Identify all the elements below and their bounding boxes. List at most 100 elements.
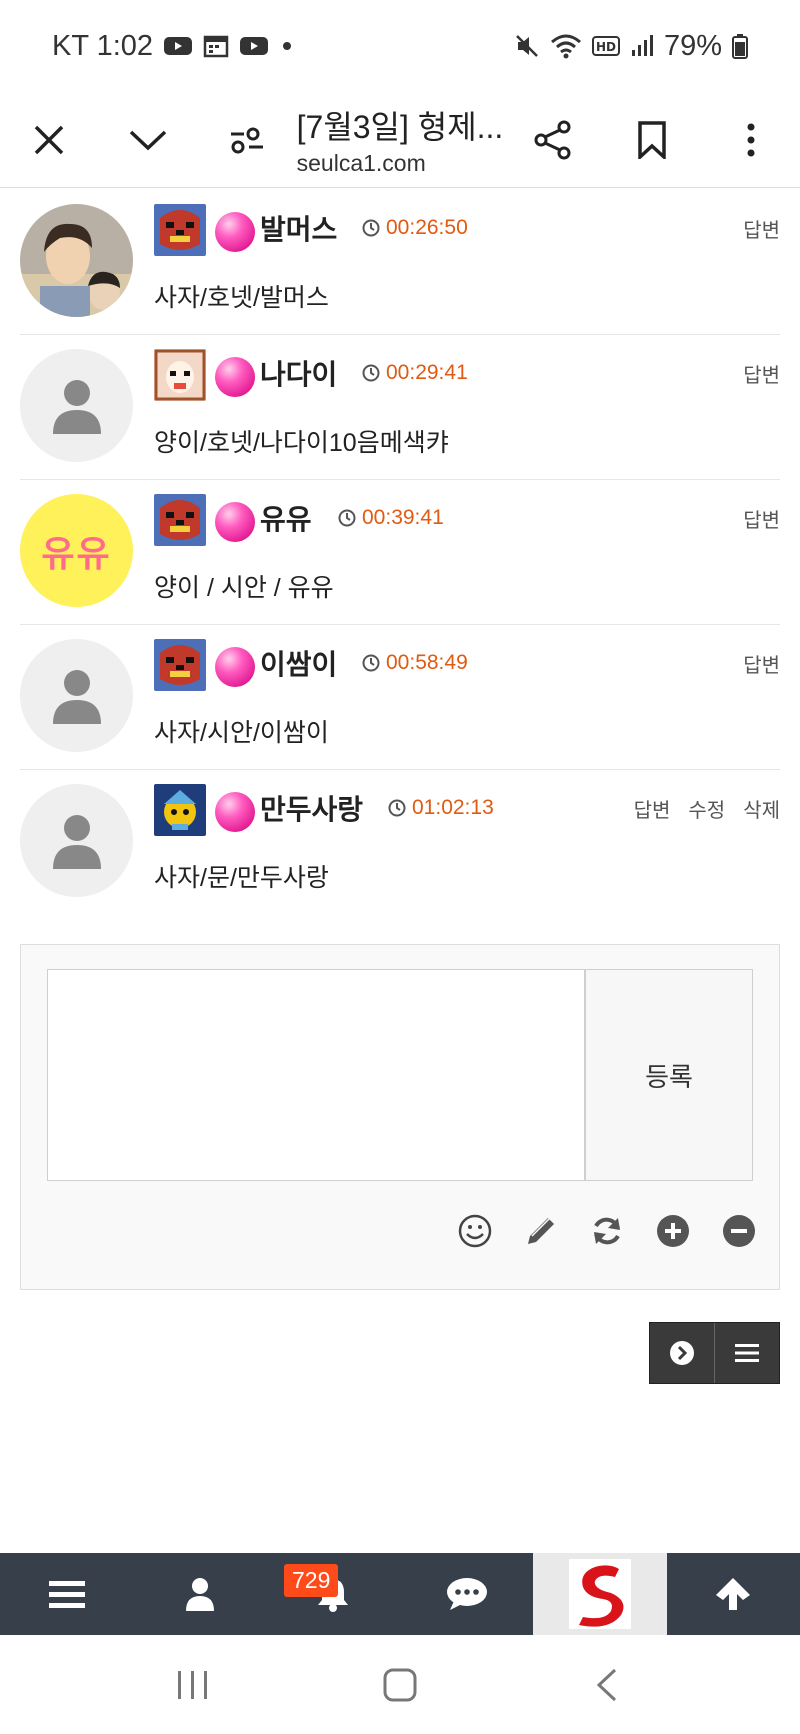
comment-list: 발머스 00:26:50 답변 사자/호넷/발머스 나다이 00:29:41 답… bbox=[20, 190, 780, 915]
minus-circle-icon[interactable] bbox=[721, 1213, 757, 1249]
comment-author[interactable]: 발머스 bbox=[260, 208, 337, 248]
site-logo-icon bbox=[568, 1559, 631, 1629]
home-icon bbox=[383, 1668, 417, 1701]
scroll-top-button[interactable] bbox=[667, 1553, 800, 1635]
bookmark-button[interactable] bbox=[602, 92, 701, 188]
recents-button[interactable] bbox=[153, 1655, 233, 1715]
status-right: HD 79% bbox=[514, 30, 748, 63]
minimize-button[interactable] bbox=[99, 92, 198, 188]
default-avatar-icon bbox=[52, 669, 101, 724]
delete-link[interactable]: 삭제 bbox=[743, 794, 780, 823]
battery-percent: 79% bbox=[663, 29, 722, 62]
user-icon bbox=[185, 1578, 214, 1611]
default-avatar-icon bbox=[52, 814, 101, 869]
reply-link[interactable]: 답변 bbox=[743, 359, 780, 388]
reply-link[interactable]: 답변 bbox=[743, 649, 780, 678]
edit-link[interactable]: 수정 bbox=[688, 794, 725, 823]
comment-author[interactable]: 나다이 bbox=[260, 353, 337, 393]
comment-time-text: 00:29:41 bbox=[386, 361, 468, 384]
reply-link[interactable]: 답변 bbox=[743, 214, 780, 243]
comment-author[interactable]: 이쌈이 bbox=[260, 643, 337, 683]
avatar[interactable] bbox=[20, 639, 133, 752]
share-icon bbox=[534, 120, 571, 159]
site-logo[interactable] bbox=[533, 1553, 667, 1635]
comment-text: 사자/호넷/발머스 bbox=[154, 284, 329, 312]
home-button[interactable] bbox=[360, 1655, 440, 1715]
avatar-photo bbox=[20, 204, 133, 317]
dot-icon bbox=[279, 38, 295, 54]
reply-link[interactable]: 답변 bbox=[634, 794, 671, 823]
comment-item: 만두사랑 01:02:13 답변 수정 삭제 사자/문/만두사랑 bbox=[20, 770, 780, 915]
level-icon bbox=[154, 204, 206, 256]
back-button[interactable] bbox=[567, 1655, 647, 1715]
comment-item: 이쌈이 00:58:49 답변 사자/시안/이쌈이 bbox=[20, 625, 780, 770]
next-button[interactable] bbox=[650, 1323, 714, 1383]
browser-toolbar: [7월3일] 형제... seulca1.com bbox=[0, 92, 800, 188]
battery-icon bbox=[732, 33, 748, 59]
more-button[interactable] bbox=[701, 92, 800, 188]
avatar[interactable] bbox=[20, 349, 133, 462]
pencil-icon[interactable] bbox=[523, 1213, 559, 1249]
wifi-icon bbox=[550, 33, 582, 59]
comment-actions: 답변 bbox=[743, 214, 780, 243]
menu-button[interactable] bbox=[0, 1553, 133, 1635]
tune-button[interactable] bbox=[198, 92, 297, 188]
carrier-time: KT 1:02 bbox=[52, 29, 154, 62]
notification-badge: 729 bbox=[284, 1564, 339, 1597]
chat-icon bbox=[446, 1578, 487, 1610]
tune-icon bbox=[231, 127, 264, 153]
clock-icon bbox=[362, 654, 380, 672]
avatar[interactable] bbox=[20, 204, 133, 317]
comment-time-text: 01:02:13 bbox=[412, 796, 494, 819]
comment-time: 00:39:41 bbox=[338, 506, 444, 530]
system-nav bbox=[0, 1635, 800, 1734]
avatar-text: 유유 bbox=[41, 532, 112, 574]
reply-textarea[interactable] bbox=[47, 969, 585, 1181]
plus-circle-icon[interactable] bbox=[655, 1213, 691, 1249]
comment-author[interactable]: 만두사랑 bbox=[260, 788, 363, 828]
level-icon bbox=[154, 784, 206, 836]
level-icon bbox=[154, 494, 206, 546]
comment-author[interactable]: 유유 bbox=[260, 498, 312, 538]
user-button[interactable] bbox=[133, 1553, 266, 1635]
avatar[interactable]: 유유 bbox=[20, 494, 133, 607]
hd-icon: HD bbox=[591, 35, 620, 57]
avatar[interactable] bbox=[20, 784, 133, 897]
smile-icon[interactable] bbox=[457, 1213, 493, 1249]
reply-form: 등록 bbox=[20, 944, 780, 1290]
pink-ball-icon bbox=[215, 647, 255, 687]
reply-tools bbox=[457, 1213, 757, 1249]
comment-actions: 답변 bbox=[743, 649, 780, 678]
clock-icon bbox=[362, 219, 380, 237]
comment-actions: 답변 수정 삭제 bbox=[634, 794, 780, 823]
default-avatar-icon bbox=[52, 379, 101, 434]
pink-ball-icon bbox=[215, 212, 255, 252]
close-icon bbox=[35, 125, 64, 154]
comment-item: 유유 유유 00:39:41 답변 양이 / 시안 / 유유 bbox=[20, 480, 780, 625]
reply-link[interactable]: 답변 bbox=[743, 504, 780, 533]
clock-icon bbox=[338, 509, 356, 527]
status-left: KT 1:02 bbox=[52, 30, 295, 63]
mute-icon bbox=[514, 33, 540, 59]
share-button[interactable] bbox=[503, 92, 602, 188]
page-title-area[interactable]: [7월3일] 형제... seulca1.com bbox=[297, 102, 504, 177]
refresh-icon[interactable] bbox=[589, 1213, 625, 1249]
comment-text: 양이 / 시안 / 유유 bbox=[154, 574, 334, 602]
pink-ball-icon bbox=[215, 792, 255, 832]
clock-icon bbox=[362, 364, 380, 382]
submit-button[interactable]: 등록 bbox=[585, 969, 753, 1181]
comment-actions: 답변 bbox=[743, 359, 780, 388]
close-button[interactable] bbox=[0, 92, 99, 188]
list-button[interactable] bbox=[714, 1323, 779, 1383]
level-icon bbox=[154, 349, 206, 401]
comment-item: 나다이 00:29:41 답변 양이/호넷/나다이10음메색캬 bbox=[20, 335, 780, 480]
comment-text: 사자/시안/이쌈이 bbox=[154, 719, 329, 747]
signal-icon bbox=[630, 34, 654, 58]
comment-actions: 답변 bbox=[743, 504, 780, 533]
comment-item: 발머스 00:26:50 답변 사자/호넷/발머스 bbox=[20, 190, 780, 335]
comment-time-text: 00:39:41 bbox=[362, 506, 444, 529]
chat-button[interactable] bbox=[400, 1553, 533, 1635]
recents-icon bbox=[178, 1670, 208, 1699]
comment-time: 00:29:41 bbox=[362, 361, 468, 385]
pink-ball-icon bbox=[215, 357, 255, 397]
